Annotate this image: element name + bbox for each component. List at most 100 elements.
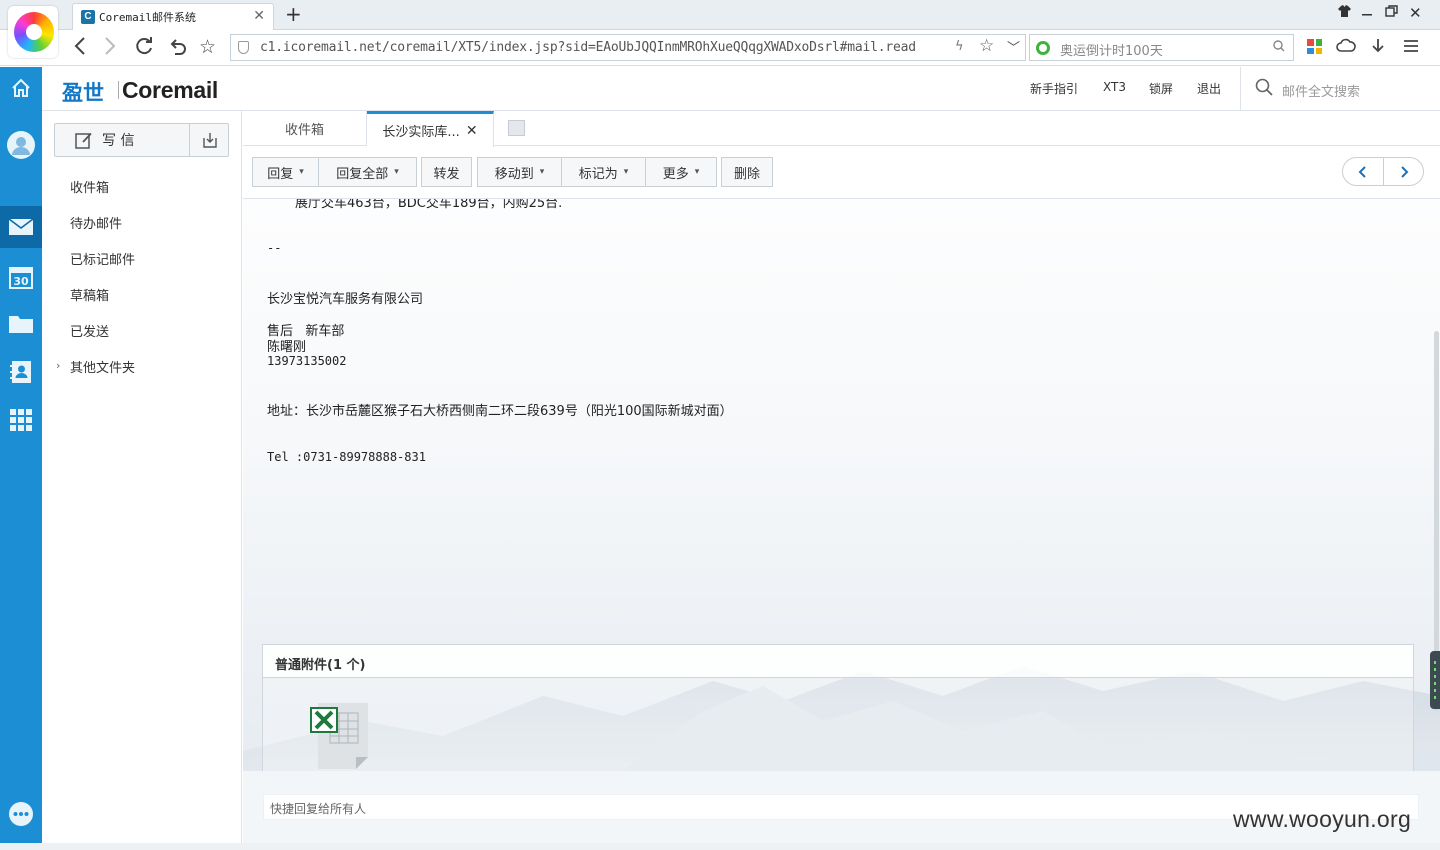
menu-icon[interactable] (1403, 38, 1419, 59)
mail-icon[interactable] (0, 206, 42, 248)
apps-icon[interactable] (0, 399, 42, 441)
mail-pager (1342, 157, 1424, 186)
app-header: 盈世 Coremail 新手指引 XT3 锁屏 退出 邮件全文搜索 (42, 67, 1440, 111)
chevron-down-icon: ▾ (299, 167, 304, 177)
tab-close-icon[interactable]: ✕ (253, 8, 265, 24)
mail-reading-pane: 收件箱 长沙实际库... ✕ 回复 ▾ 回复全部 ▾ 转发 移动到 ▾ 标记为 ▾ 更多… (243, 111, 1440, 843)
search-icon[interactable] (1255, 78, 1273, 96)
signature-mobile: 13973135002 (267, 354, 347, 368)
attachments-panel: 普通附件(1 个) (262, 644, 1414, 774)
attachments-title: 普通附件(1 个) (275, 658, 366, 673)
web-search-placeholder: 奥运倒计时100天 (1060, 44, 1163, 59)
browser-tab-bar: C Coremail邮件系统 ✕ + ✕ (0, 0, 1440, 31)
more-button[interactable]: 更多 ▾ (645, 157, 717, 187)
previous-mail-icon[interactable] (1343, 158, 1383, 185)
restore-icon[interactable] (1385, 5, 1398, 21)
watermark: www.wooyun.org (1233, 806, 1412, 832)
receive-mail-button[interactable] (190, 124, 229, 156)
reply-all-button[interactable]: 回复全部 ▾ (318, 157, 417, 187)
web-search-box[interactable]: 奥运倒计时100天 (1029, 34, 1294, 61)
url-history-dropdown-icon[interactable]: ﹀ (1007, 37, 1020, 56)
header-link-lock[interactable]: 锁屏 (1149, 80, 1173, 97)
skin-icon[interactable] (1338, 5, 1351, 21)
header-link-logout[interactable]: 退出 (1197, 80, 1221, 97)
more-label: 更多 (662, 166, 689, 182)
security-shield-icon (238, 41, 249, 54)
more-options-icon[interactable] (0, 793, 42, 835)
mark-as-button[interactable]: 标记为 ▾ (561, 157, 646, 187)
brand-logo: 盈世 (62, 81, 104, 105)
folder-todo[interactable]: 待办邮件 (70, 213, 122, 232)
mail-search-input[interactable]: 邮件全文搜索 (1282, 81, 1360, 100)
back-icon[interactable] (73, 35, 87, 62)
folder-sent[interactable]: 已发送 (70, 321, 109, 340)
reload-icon[interactable] (134, 35, 154, 62)
calendar-icon[interactable]: 30 (0, 256, 42, 298)
apps-grid-icon[interactable] (1307, 39, 1322, 54)
close-window-icon[interactable]: ✕ (1409, 4, 1422, 22)
chevron-down-icon: ▾ (539, 167, 545, 177)
forward-icon[interactable] (103, 35, 117, 62)
search-engine-logo-icon (1036, 41, 1050, 55)
compose-pencil-icon (75, 132, 92, 149)
excel-file-icon[interactable] (308, 701, 370, 771)
mail-action-toolbar: 回复 ▾ 回复全部 ▾ 转发 移动到 ▾ 标记为 ▾ 更多 ▾ 删除 (243, 147, 1440, 199)
signature-company: 长沙宝悦汽车服务有限公司 (267, 292, 424, 307)
reply-button[interactable]: 回复 ▾ (252, 157, 319, 187)
reply-label: 回复 (267, 166, 294, 182)
chevron-down-icon: ▾ (623, 167, 629, 177)
tab-close-icon[interactable]: ✕ (466, 123, 478, 139)
header-link-xt3[interactable]: XT3 (1103, 80, 1126, 94)
tab-current-mail[interactable]: 长沙实际库... ✕ (367, 111, 494, 147)
search-icon[interactable] (1273, 40, 1285, 56)
cloud-sync-icon[interactable] (1336, 38, 1356, 59)
header-divider (1240, 67, 1241, 111)
tab-inbox[interactable]: 收件箱 (243, 111, 367, 146)
mail-tabs-bar: 收件箱 长沙实际库... ✕ (243, 111, 1440, 147)
address-url[interactable]: c1.icoremail.net/coremail/XT5/index.jsp?… (260, 40, 916, 55)
svg-text:30: 30 (13, 275, 29, 288)
mail-body: 展厅交车463台，BDC交车189台，内购25台. -- 长沙宝悦汽车服务有限公… (267, 199, 1417, 519)
browser-logo-icon[interactable] (8, 6, 58, 58)
undo-close-tab-icon[interactable] (167, 35, 187, 62)
app-nav-rail: 30 (0, 67, 42, 843)
folder-other[interactable]: 其他文件夹 (70, 357, 135, 376)
folder-inbox[interactable]: 收件箱 (70, 177, 109, 196)
signature-name: 陈曙刚 (267, 340, 307, 355)
folder-drafts[interactable]: 草稿箱 (70, 285, 109, 304)
contacts-icon[interactable] (0, 351, 42, 393)
delete-label: 删除 (733, 166, 760, 182)
address-bar[interactable]: c1.icoremail.net/coremail/XT5/index.jsp?… (230, 34, 1026, 61)
forward-button[interactable]: 转发 (421, 157, 472, 187)
compose-label: 写 信 (102, 133, 135, 149)
side-panel-grip[interactable] (1430, 651, 1440, 709)
browser-toolbar: ☆ c1.icoremail.net/coremail/XT5/index.js… (0, 30, 1440, 66)
browser-tab[interactable]: C Coremail邮件系统 ✕ (72, 3, 274, 31)
brand-divider (118, 81, 119, 99)
header-link-guide[interactable]: 新手指引 (1030, 80, 1078, 97)
attachments-header: 普通附件(1 个) (263, 645, 1413, 678)
home-icon[interactable] (0, 67, 42, 109)
speed-mode-icon[interactable]: ϟ (955, 39, 964, 54)
quick-reply-placeholder: 快捷回复给所有人 (270, 802, 367, 816)
favorite-star-icon[interactable]: ☆ (979, 36, 994, 56)
signature-separator: -- (267, 241, 282, 255)
move-to-label: 移动到 (494, 166, 534, 182)
compose-button[interactable]: 写 信 (55, 124, 189, 156)
move-to-button[interactable]: 移动到 ▾ (477, 157, 562, 187)
bookmark-star-icon[interactable]: ☆ (199, 35, 216, 59)
sidebar: 写 信 收件箱 待办邮件 已标记邮件 草稿箱 已发送 › 其他文件夹 (42, 111, 242, 843)
close-all-tabs-icon[interactable] (508, 120, 525, 136)
user-avatar-icon[interactable] (0, 123, 42, 167)
delete-button[interactable]: 删除 (721, 157, 773, 187)
forward-label: 转发 (433, 166, 460, 182)
chevron-down-icon: ▾ (694, 167, 700, 177)
minimize-icon[interactable] (1361, 5, 1373, 21)
signature-tel: Tel :0731-89978888-831 (267, 450, 426, 464)
download-icon[interactable] (1370, 38, 1386, 61)
chevron-right-icon[interactable]: › (56, 359, 60, 372)
next-mail-icon[interactable] (1384, 158, 1424, 185)
new-tab-icon[interactable]: + (285, 2, 302, 26)
folder-flagged[interactable]: 已标记邮件 (70, 249, 135, 268)
folder-icon[interactable] (0, 303, 42, 345)
